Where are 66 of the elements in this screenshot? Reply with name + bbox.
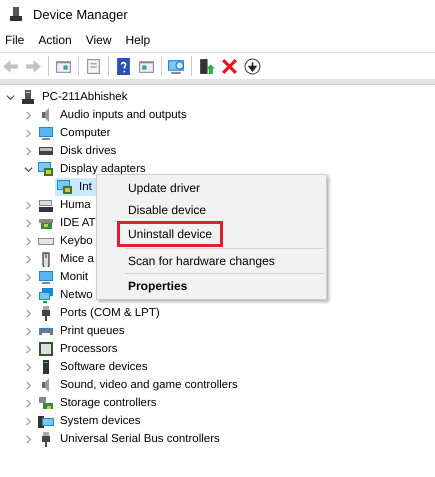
tree-item[interactable]: Computer (60, 127, 110, 139)
system-devices-icon (38, 413, 54, 429)
display-adapter-icon (38, 161, 54, 177)
close-icon[interactable] (221, 58, 238, 74)
tree-item[interactable]: Audio inputs and outputs (60, 109, 187, 121)
expand-chevron-icon[interactable] (24, 110, 33, 120)
expand-chevron-icon[interactable] (24, 326, 33, 336)
monitor-icon (38, 269, 54, 285)
context-menu-item[interactable]: Scan for hardware changes (117, 250, 286, 272)
tree-item[interactable]: Storage controllers (60, 397, 157, 409)
expand-chevron-icon[interactable] (24, 200, 33, 210)
tree-item[interactable]: System devices (60, 415, 141, 427)
tree-item[interactable]: Software devices (60, 361, 148, 373)
tree-item[interactable]: Print queues (60, 325, 125, 337)
menu-item[interactable]: File (5, 33, 24, 47)
tree-item[interactable]: Processors (60, 343, 118, 355)
menu-item[interactable]: Help (126, 33, 150, 47)
processor-icon (38, 341, 54, 357)
display-adapter-icon (57, 179, 73, 195)
expand-chevron-icon[interactable] (24, 236, 33, 246)
context-menu-item[interactable]: Disable device (117, 199, 218, 221)
device-manager-icon (8, 6, 24, 22)
tree-item[interactable]: Sound, video and game controllers (60, 379, 238, 391)
expand-chevron-icon[interactable] (24, 254, 33, 264)
update-driver-icon[interactable] (198, 58, 215, 74)
expand-chevron-icon[interactable] (24, 416, 33, 426)
expand-chevron-icon[interactable] (24, 128, 33, 138)
expand-chevron-icon[interactable] (24, 218, 33, 228)
expand-chevron-icon[interactable] (24, 290, 33, 300)
expand-chevron-icon[interactable] (24, 146, 33, 156)
properties-icon[interactable] (85, 58, 102, 74)
network-icon (38, 287, 54, 303)
tree-item[interactable]: PC-211Abhishek (42, 91, 128, 103)
collapse-chevron-icon[interactable] (6, 92, 15, 102)
tree-item[interactable]: Netwo (60, 289, 93, 301)
tree-item-label: Int (79, 181, 92, 193)
expand-chevron-icon[interactable] (24, 380, 33, 390)
tree-item[interactable]: IDE AT (60, 217, 96, 229)
monitor-search-icon[interactable] (168, 58, 185, 74)
expand-chevron-icon[interactable] (24, 362, 33, 372)
context-menu-item[interactable]: Uninstall device (117, 221, 224, 247)
help-icon[interactable] (115, 58, 132, 74)
expand-chevron-icon[interactable] (24, 434, 33, 444)
expand-chevron-icon[interactable] (24, 272, 33, 282)
keyboard-mouse-icon (38, 197, 54, 213)
tree-item[interactable]: Universal Serial Bus controllers (60, 433, 220, 445)
tree-item[interactable]: Keybo (60, 235, 93, 247)
storage-controller-icon (38, 395, 54, 411)
tree-item[interactable]: Huma (60, 199, 91, 211)
tree-item[interactable]: Int (55, 178, 96, 196)
menu-item[interactable]: Action (38, 33, 72, 47)
computer-icon (20, 89, 36, 105)
window-title: Device Manager (33, 6, 128, 22)
menu-item[interactable]: View (86, 33, 112, 47)
monitor-icon (38, 125, 54, 141)
expand-chevron-icon[interactable] (24, 344, 33, 354)
collapse-chevron-icon[interactable] (24, 164, 33, 174)
context-menu-item[interactable]: Update driver (117, 177, 212, 199)
tree-item[interactable]: Mice a (60, 253, 94, 265)
tree-item[interactable]: Ports (COM & LPT) (60, 307, 160, 319)
tree-item[interactable]: Display adapters (60, 163, 146, 175)
expand-chevron-icon[interactable] (24, 308, 33, 318)
tree-item[interactable]: Monit (60, 271, 88, 283)
context-menu-item[interactable]: Properties (117, 275, 198, 297)
tree-item[interactable]: Disk drives (60, 145, 116, 157)
expand-chevron-icon[interactable] (24, 398, 33, 408)
